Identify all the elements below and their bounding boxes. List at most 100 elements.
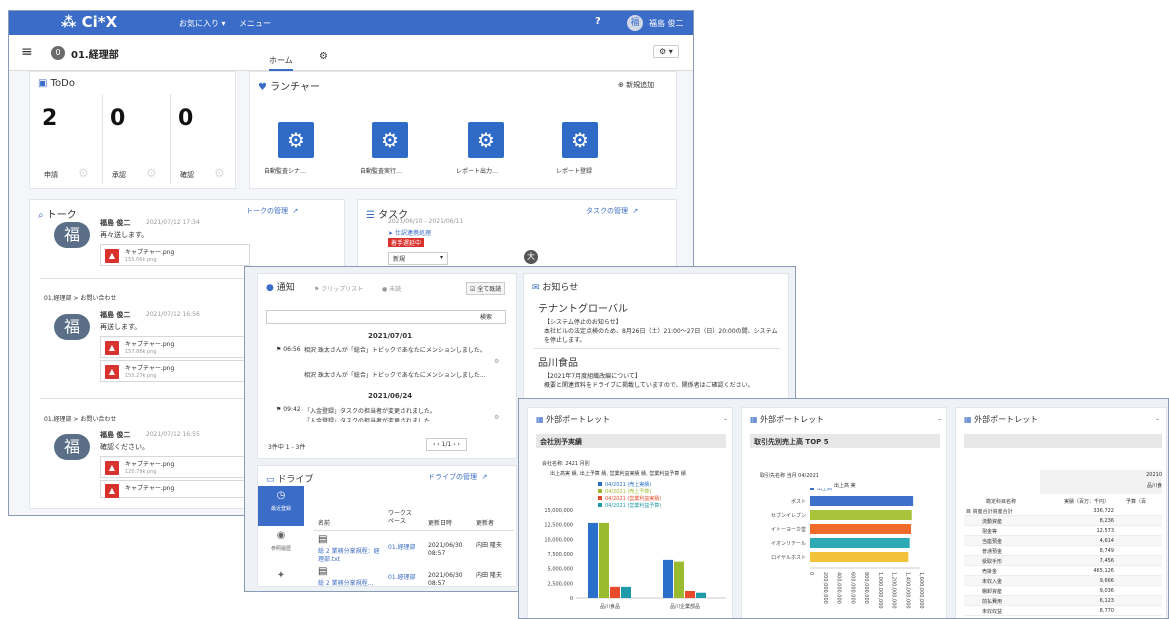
launcher-item-2-label[interactable]: 自動監査実行… [360,166,402,175]
category-label: イトーヨーカ堂 [771,526,806,533]
x-category-label: 品川食品 [600,603,620,610]
account-name: 現金等 [982,529,998,535]
launcher-item-4-label[interactable]: レポート登録 [556,166,592,175]
collapse-icon[interactable]: – [1156,416,1159,423]
favorites-menu[interactable]: お気に入り ▾ [179,18,226,29]
notice-date: 2021/07/01 [368,332,413,340]
task-assignee-avatar[interactable]: 大 [524,250,538,264]
notice-pager[interactable]: ‹ ‹ 1/1 › › [426,438,467,451]
attachment[interactable]: ▲ キャプチャー.png 120.79k png [100,456,250,478]
bar [599,522,609,598]
collapse-icon[interactable]: – [724,416,727,423]
drive-tab-label: 最近登録 [270,506,291,512]
period-header: 20210 [1146,472,1162,478]
account-value: 465,126 [1093,568,1114,574]
collapse-icon[interactable]: – [938,416,941,423]
y-tick-label: 7,500,000 [548,552,573,558]
todo-label-approve: 承認 [112,171,126,179]
drive-file-user: 内田 隆夫 [476,542,502,549]
tab-home[interactable]: ホーム [269,55,293,71]
talk-context[interactable]: 01.経理部 > お問い合わせ [44,414,116,423]
help-icon[interactable]: ? [595,16,601,27]
attachment[interactable]: ▲ キャプチャー.png 155.06k png [100,244,250,266]
clock-icon: ◷ [276,490,286,501]
legend-swatch [598,503,602,507]
launcher-add-button[interactable]: ⊕ 新規追加 [618,80,654,90]
task-manage-link[interactable]: タスクの管理 ↗ [586,206,638,216]
drive-file-link[interactable]: 総 2 業務分掌規程… [318,578,382,587]
todo-count-approve[interactable]: 0 [110,106,125,131]
notice-search-input[interactable] [266,310,506,324]
heart-icon: ♥ [258,82,267,93]
main-menu[interactable]: メニュー [239,18,271,29]
account-name: 受取手形 [982,559,1003,565]
file-size: 155.06k png [125,257,157,263]
category-label: セブンイレブン [771,512,806,519]
portlet-subtitle: 取引先別売上高 TOP 5 [750,434,940,448]
drive-file-workspace[interactable]: 01.経理部 [388,542,418,551]
y-tick-label: 0 [570,596,573,602]
todo-count-confirm[interactable]: 0 [178,106,193,131]
portlet-title: ▦ 外部ポートレット [964,415,1039,424]
talk-author: 福島 俊二 [100,431,131,439]
bar [810,496,914,506]
portlet-title: ▦ 外部ポートレット [536,415,611,424]
table-header-band: 20210 品川食 [1040,470,1162,494]
tab-settings-icon[interactable]: ⚙ [319,51,328,62]
talk-manage-link[interactable]: トークの管理 ↗ [246,206,298,216]
task-status-select[interactable]: 新規 ▾ [388,252,448,265]
avatar: 福 [54,222,90,248]
todo-count-request[interactable]: 2 [42,106,57,131]
task-item[interactable]: ➤ 仕訳連携処理 [388,228,431,237]
drive-tab-label: 参照履歴 [270,546,291,552]
drive-file-workspace[interactable]: 01.経理部 [388,572,418,581]
notice-search-button[interactable]: 検索 [480,312,492,321]
launcher-item-4-icon[interactable]: ⚙ [562,122,598,158]
task-date-range: 2021/06/10 - 2021/06/11 [388,218,464,225]
drive-tab-recent[interactable]: ◷ 最近登録 [258,486,304,526]
user-name[interactable]: 福島 俊二 [649,18,684,29]
launcher-item-3-icon[interactable]: ⚙ [468,122,504,158]
launcher-item-3-label[interactable]: レポート出力… [456,166,498,175]
portlet-note: 会社名称: 2421 月別 [542,461,590,467]
table-row: 棚卸資産 9,036 [964,586,1162,596]
portlet-subtitle: 会社別予実績 [536,434,726,448]
balance-table-body: 目 資産合計資産合計 336,722 流動資産 8,236 現金等 12,573 当座預金 4… [964,506,1162,616]
attachment[interactable]: ▲ キャプチャー.png 157.86k png [100,336,250,358]
account-value: 8,770 [1099,608,1114,614]
file-name: キャプチャー.png [125,365,175,372]
info-title: ✉ お知らせ [532,283,579,293]
gear-icon[interactable]: ⚙ [494,414,499,421]
notice-item-title[interactable]: 「入金登録」タスクの担当者が変更されました。 [304,406,494,415]
talk-time: 2021/07/12 16:55 [146,431,200,438]
drive-manage-link[interactable]: ドライブの管理 ↗ [428,472,487,482]
table-row: 受取手形 7,456 [964,556,1162,566]
app-logo[interactable]: ⁂ Ci*X [61,13,117,31]
account-name: 目 資産合計資産合計 [966,509,1013,515]
launcher-item-1-label[interactable]: 自動監査シナ… [264,166,306,175]
attachment[interactable]: ▲ キャプチャー.png [100,480,250,498]
launcher-item-2-icon[interactable]: ⚙ [372,122,408,158]
drive-tab-history[interactable]: ◉ 参照履歴 [258,530,304,552]
drive-file-link[interactable]: 総 2 業務分掌規程：経理部.txt [318,548,382,564]
account-name: 未収収益 [982,609,1003,615]
document-icon: ▣ [38,78,48,89]
tab-clip-list[interactable]: ⚑ クリップリスト [314,284,363,293]
mail-icon: ✉ [532,283,540,293]
drive-file-date: 2021/06/30 08:57 [428,572,463,587]
notice-item-title[interactable]: 相沢 珠太さんが「総合」トピックであなたにメンションしました。 [304,346,490,356]
notice-title: ● 通知 [266,283,295,293]
tab-unread[interactable]: ● 未読 [382,284,401,293]
account-value: 12,573 [1096,528,1115,534]
pin-icon[interactable]: ✦ [258,570,304,581]
gear-icon[interactable]: ⚙ [494,358,499,365]
attachment[interactable]: ▲ キャプチャー.png 155.27k png [100,360,250,382]
col-header-budget: 予算（百 [1126,499,1147,505]
user-avatar[interactable]: 福 [627,15,643,31]
read-all-button[interactable]: ☑ 全て既読 [466,282,506,295]
hamburger-icon[interactable]: ≡ [21,44,33,60]
notice-date: 2021/06/24 [368,392,413,400]
settings-dropdown[interactable]: ⚙ ▾ [653,45,679,58]
talk-context[interactable]: 01.経理部 > お問い合わせ [44,293,116,302]
launcher-item-1-icon[interactable]: ⚙ [278,122,314,158]
